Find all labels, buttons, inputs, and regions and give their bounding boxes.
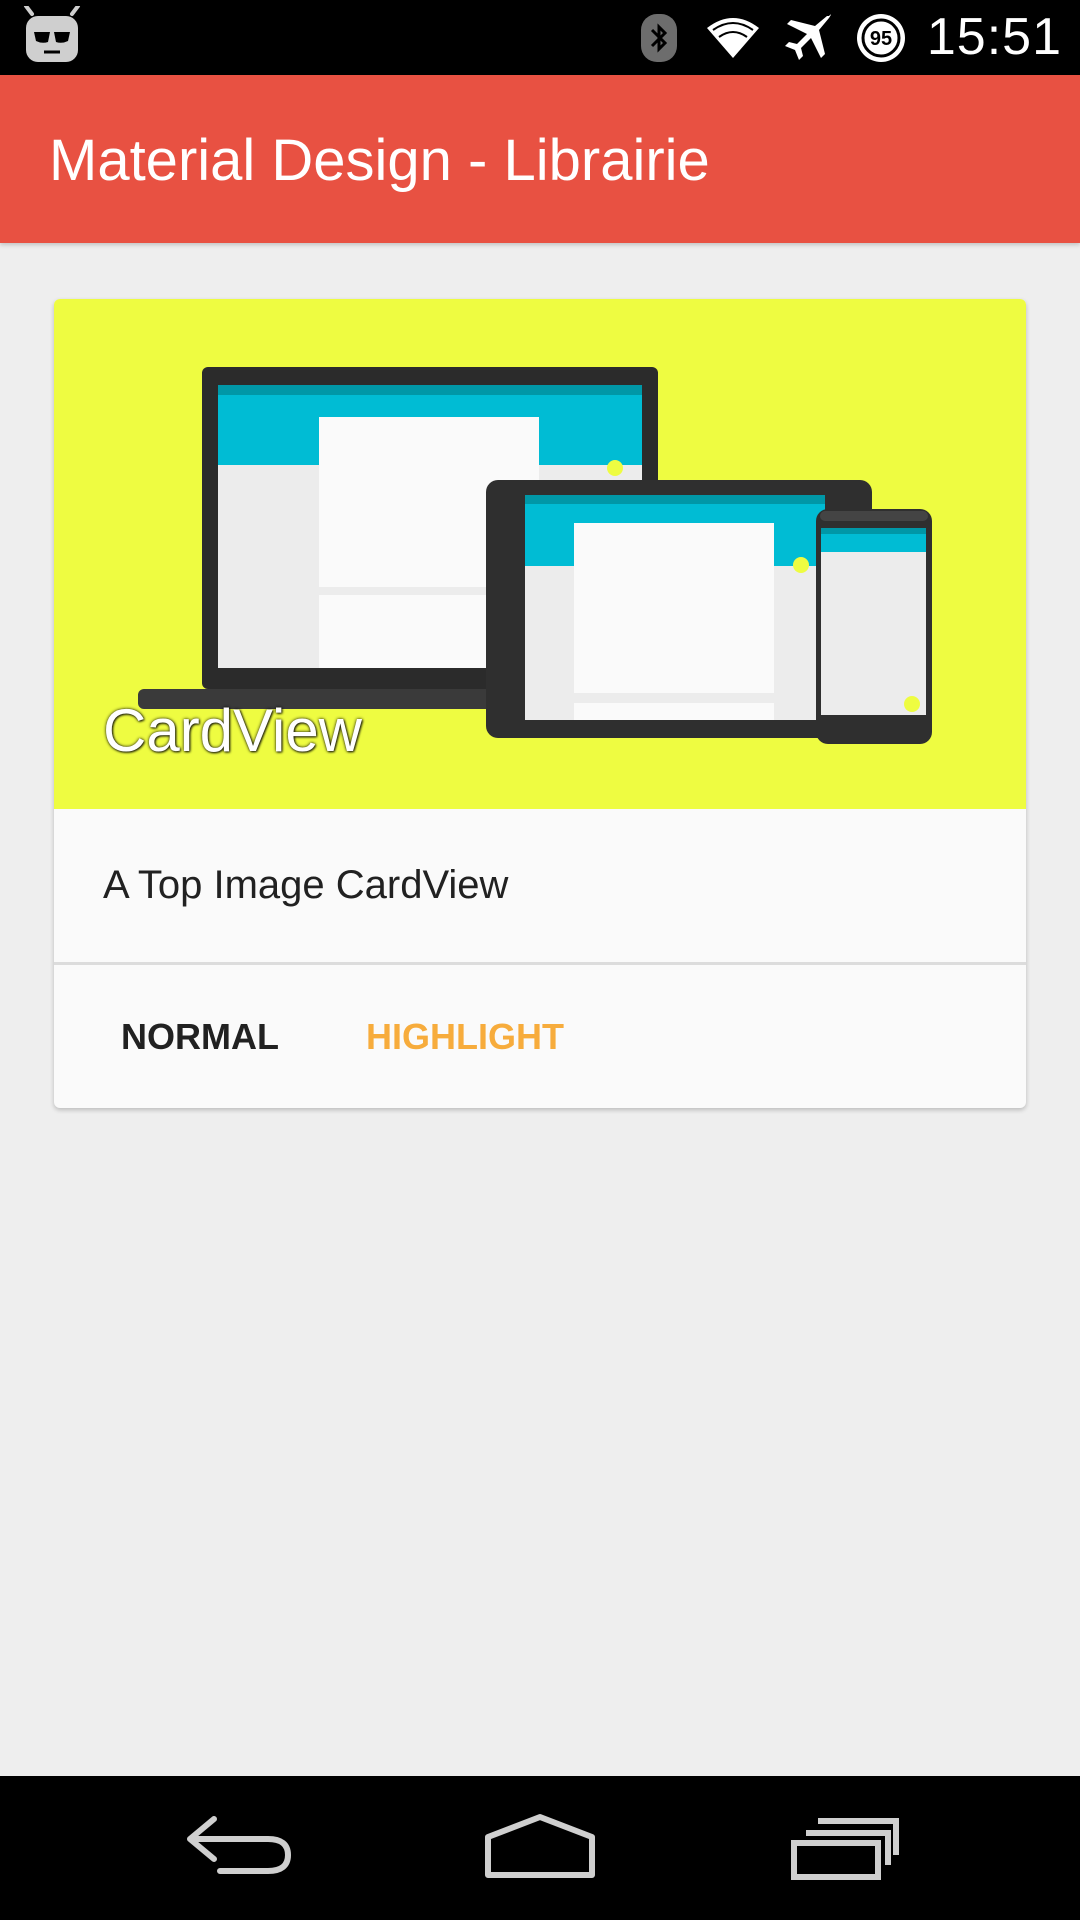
highlight-button[interactable]: HIGHLIGHT [366,965,564,1108]
card-media: CardView [54,299,1026,809]
battery-icon: 95 [853,10,909,66]
navigation-bar [0,1776,1080,1920]
back-icon[interactable] [180,1803,300,1893]
status-icons: 95 15:51 [631,0,1062,75]
svg-text:95: 95 [870,28,892,50]
top-image-card: CardView A Top Image CardView NORMAL HIG… [54,299,1026,1108]
card-actions: NORMAL HIGHLIGHT [54,965,1026,1108]
bluetooth-icon [631,10,687,66]
cyanogenmod-android-icon [22,4,82,68]
clock: 15:51 [926,8,1062,66]
card-supporting-text: A Top Image CardView [103,863,509,907]
airplane-mode-icon [779,10,835,66]
normal-button[interactable]: NORMAL [121,965,279,1108]
recents-icon[interactable] [780,1803,900,1893]
wifi-icon [705,10,761,66]
status-bar: 95 15:51 [0,0,1080,75]
app-toolbar: Material Design - Librairie [0,75,1080,243]
home-icon[interactable] [480,1803,600,1893]
card-media-title: CardView [103,697,363,764]
page-title: Material Design - Librairie [49,128,710,193]
